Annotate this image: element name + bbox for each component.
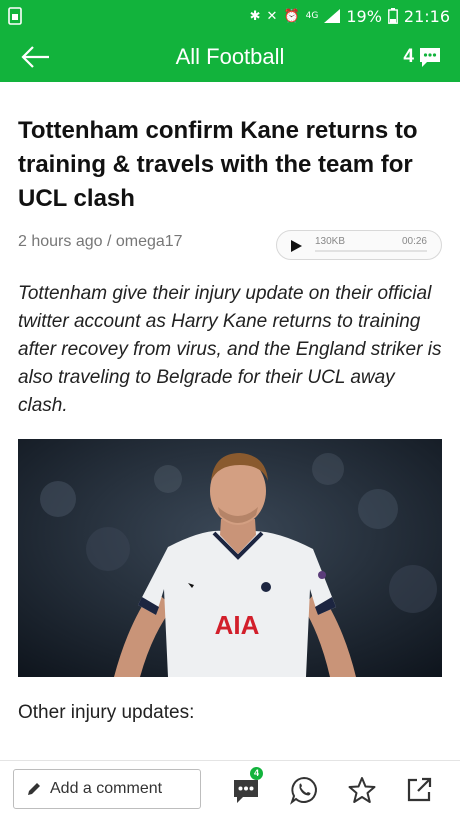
mute-icon: ✕ [266,8,278,24]
comment-count-button[interactable]: 4 [403,46,442,68]
signal-icon [324,9,341,23]
audio-duration: 00:26 [401,236,427,247]
comment-bubble-icon [420,48,440,67]
bottom-bar: Add a comment 4 [0,760,460,817]
play-icon[interactable] [289,239,303,253]
clock: 21:16 [403,6,450,26]
app-title: All Football [175,44,285,69]
alarm-icon: ⏰ [283,8,300,24]
add-comment-input[interactable]: Add a comment [13,769,201,809]
status-bar: ✱ ✕ ⏰ 4G 19% 21:16 [0,0,460,32]
back-arrow-icon[interactable] [20,44,52,70]
article-photo: AIA [18,439,442,677]
battery-icon [387,8,398,24]
shirt-sponsor: AIA [215,610,260,640]
bluetooth-icon: ✱ [249,8,261,24]
audio-progress-track[interactable] [315,250,427,252]
comment-count: 4 [403,46,414,67]
sim-icon [8,7,22,25]
article-meta: 2 hours ago / omega17 [18,233,183,250]
section-subheading: Other injury updates: [18,702,195,723]
star-icon[interactable] [347,775,377,805]
pencil-icon [28,783,40,795]
network-type: 4G [305,11,319,21]
whatsapp-icon[interactable] [289,775,319,805]
app-bar: All Football 4 [0,32,460,82]
audio-player[interactable]: 130KB 00:26 [276,230,442,260]
comment-placeholder: Add a comment [50,780,163,797]
share-icon[interactable] [404,775,434,805]
battery-percent: 19% [346,6,382,26]
comments-badge: 4 [250,767,263,780]
article-summary: Tottenham give their injury update on th… [18,283,442,416]
article-headline: Tottenham confirm Kane returns to traini… [18,117,418,212]
audio-size: 130KB [315,236,346,247]
